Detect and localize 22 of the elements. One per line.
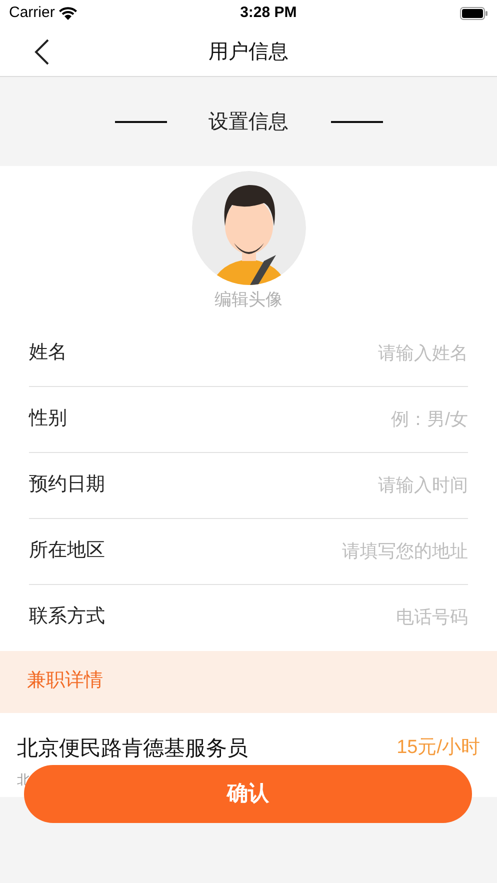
field-label: 预约日期 xyxy=(29,472,105,497)
input-field[interactable]: 请输入时间 xyxy=(105,472,468,498)
section-title: 设置信息 xyxy=(208,110,288,134)
field-label: 姓名 xyxy=(29,340,67,365)
avatar[interactable] xyxy=(192,171,306,285)
carrier-label: Carrier xyxy=(9,3,55,24)
battery-icon xyxy=(460,7,488,20)
page-title: 用户信息 xyxy=(208,40,288,64)
job-title: 北京便民路肯德基服务员 xyxy=(17,736,248,762)
field-label: 性别 xyxy=(29,406,67,431)
wifi-icon xyxy=(58,7,77,20)
field-label: 联系方式 xyxy=(29,605,105,630)
field-label: 所在地区 xyxy=(29,538,105,563)
back-chevron-icon xyxy=(34,39,50,65)
input-field[interactable]: 请填写您的地址 xyxy=(105,538,468,564)
clock-time: 3:28 PM xyxy=(240,3,297,24)
job-pay: 15元/小时 xyxy=(396,736,480,760)
input-field[interactable]: 例：男/女 xyxy=(67,406,468,432)
input-field[interactable]: 电话号码 xyxy=(105,604,468,631)
input-field[interactable]: 请输入姓名 xyxy=(67,340,468,366)
edit-avatar-label[interactable]: 编辑头像 xyxy=(214,287,282,312)
details-heading: 兼职详情 xyxy=(27,669,103,694)
